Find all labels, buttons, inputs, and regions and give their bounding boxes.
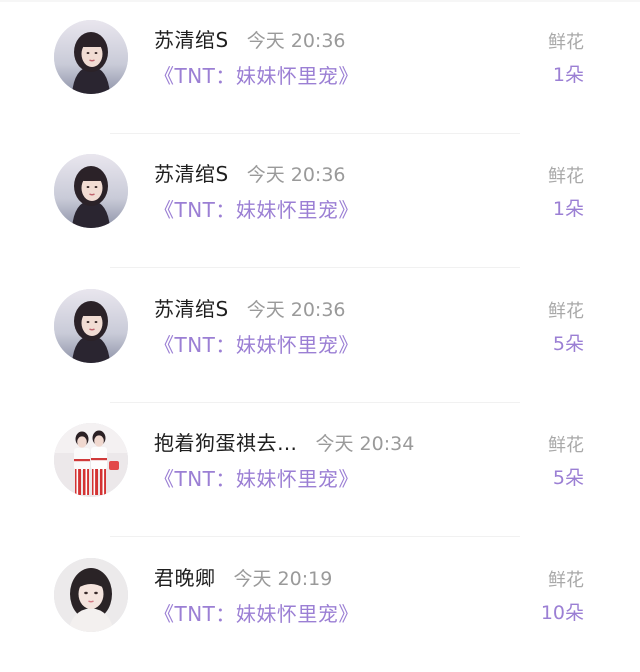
row-divider bbox=[110, 267, 520, 268]
book-title-link[interactable]: 《TNT：妹妹怀里宠》 bbox=[154, 598, 359, 627]
row-divider bbox=[110, 536, 520, 537]
entry-header: 君晚卿 今天 20:19 bbox=[154, 562, 332, 592]
girl-selfie-avatar-icon[interactable] bbox=[54, 558, 128, 632]
user-name[interactable]: 苏清绾S bbox=[154, 24, 229, 53]
gift-type-label: 鲜花 bbox=[548, 570, 584, 591]
two-people-avatar-icon[interactable] bbox=[54, 423, 128, 497]
list-item[interactable]: 抱着狗蛋祺去… 今天 20:34 《TNT：妹妹怀里宠》 鲜花 5朵 bbox=[0, 403, 640, 537]
gift-count: 5朵 bbox=[552, 467, 584, 489]
user-name[interactable]: 君晚卿 bbox=[154, 562, 216, 591]
gift-type-label: 鲜花 bbox=[548, 32, 584, 53]
gift-type-label: 鲜花 bbox=[548, 301, 584, 322]
timestamp: 今天 20:19 bbox=[233, 568, 333, 590]
gift-count: 5朵 bbox=[552, 333, 584, 355]
book-title-link[interactable]: 《TNT：妹妹怀里宠》 bbox=[154, 60, 359, 89]
gift-count: 1朵 bbox=[552, 64, 584, 86]
entry-header: 苏清绾S 今天 20:36 bbox=[154, 158, 346, 188]
user-name[interactable]: 抱着狗蛋祺去… bbox=[154, 427, 298, 456]
list-item[interactable]: 苏清绾S 今天 20:36 《TNT：妹妹怀里宠》 鲜花 1朵 bbox=[0, 0, 640, 134]
gift-count: 10朵 bbox=[540, 602, 584, 624]
timestamp: 今天 20:36 bbox=[246, 164, 346, 186]
user-name[interactable]: 苏清绾S bbox=[154, 158, 229, 187]
flower-gift-list: 苏清绾S 今天 20:36 《TNT：妹妹怀里宠》 鲜花 1朵 苏清绾S 今天 … bbox=[0, 0, 640, 656]
female-portrait-avatar-icon[interactable] bbox=[54, 289, 128, 363]
female-portrait-avatar-icon[interactable] bbox=[54, 154, 128, 228]
user-name[interactable]: 苏清绾S bbox=[154, 293, 229, 322]
book-title-link[interactable]: 《TNT：妹妹怀里宠》 bbox=[154, 194, 359, 223]
gift-type-label: 鲜花 bbox=[548, 435, 584, 456]
list-item[interactable]: 苏清绾S 今天 20:36 《TNT：妹妹怀里宠》 鲜花 5朵 bbox=[0, 269, 640, 403]
gift-type-label: 鲜花 bbox=[548, 166, 584, 187]
book-title-link[interactable]: 《TNT：妹妹怀里宠》 bbox=[154, 463, 359, 492]
book-title-link[interactable]: 《TNT：妹妹怀里宠》 bbox=[154, 329, 359, 358]
gift-count: 1朵 bbox=[552, 198, 584, 220]
list-item[interactable]: 苏清绾S 今天 20:36 《TNT：妹妹怀里宠》 鲜花 1朵 bbox=[0, 134, 640, 268]
entry-header: 苏清绾S 今天 20:36 bbox=[154, 24, 346, 54]
timestamp: 今天 20:36 bbox=[246, 30, 346, 52]
timestamp: 今天 20:34 bbox=[315, 433, 415, 455]
timestamp: 今天 20:36 bbox=[246, 299, 346, 321]
entry-header: 苏清绾S 今天 20:36 bbox=[154, 293, 346, 323]
list-item[interactable]: 君晚卿 今天 20:19 《TNT：妹妹怀里宠》 鲜花 10朵 bbox=[0, 538, 640, 672]
female-portrait-avatar-icon[interactable] bbox=[54, 20, 128, 94]
entry-header: 抱着狗蛋祺去… 今天 20:34 bbox=[154, 427, 414, 457]
